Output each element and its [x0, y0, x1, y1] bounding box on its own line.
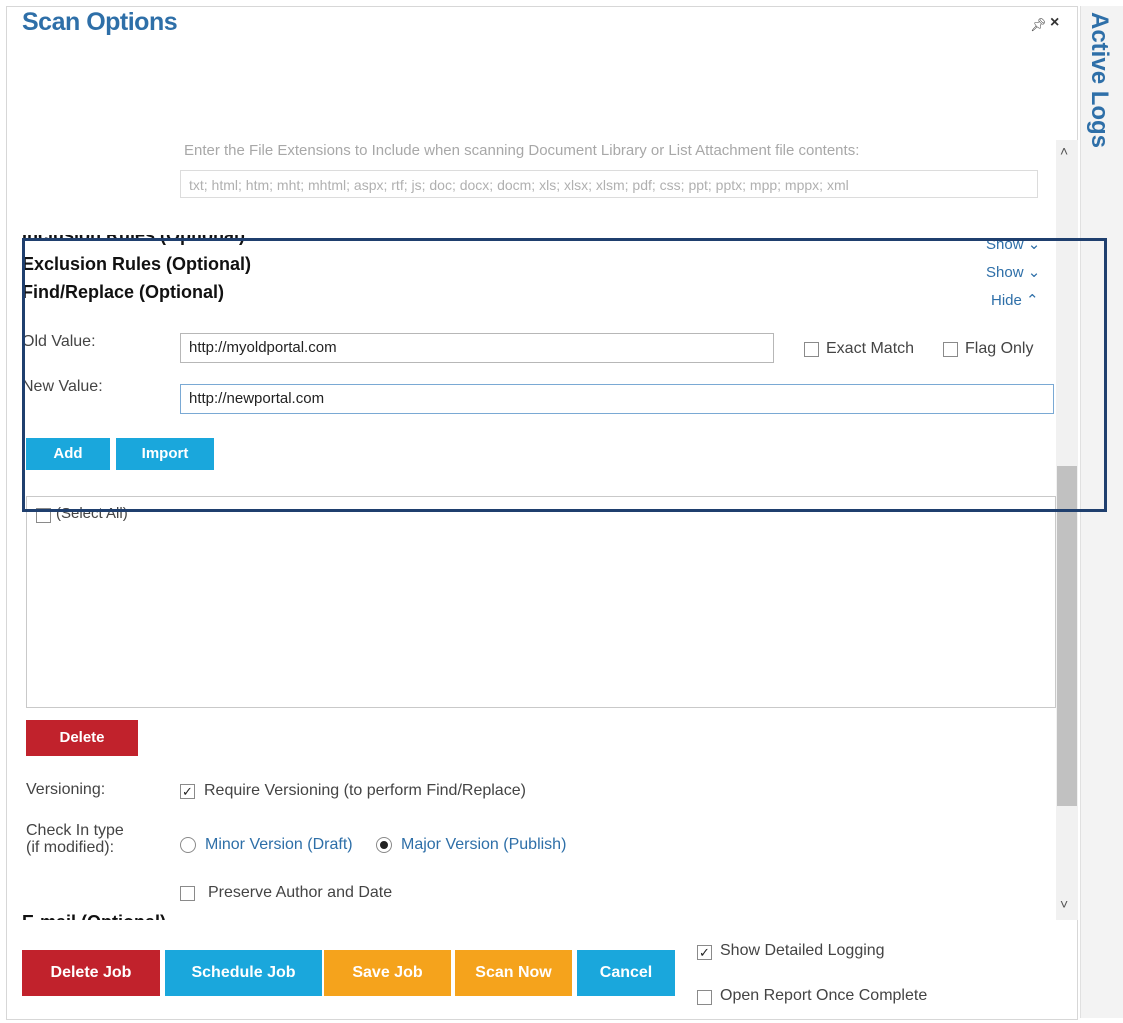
exclusion-toggle[interactable]: Show ⌄: [986, 263, 1040, 281]
add-button[interactable]: Add: [26, 438, 110, 470]
inclusion-rules-heading[interactable]: Inclusion Rules (Optional): [22, 235, 245, 246]
preserve-author-checkbox[interactable]: [180, 886, 195, 901]
old-value-input[interactable]: http://myoldportal.com: [180, 333, 774, 363]
checkin-type-label: Check In type (if modified):: [26, 822, 124, 856]
check-icon: ✓: [699, 945, 710, 960]
schedule-job-button[interactable]: Schedule Job: [165, 950, 322, 996]
delete-button[interactable]: Delete: [26, 720, 138, 756]
save-job-button[interactable]: Save Job: [324, 950, 451, 996]
flag-only-label[interactable]: Flag Only: [965, 340, 1033, 358]
open-report-checkbox[interactable]: [697, 990, 712, 1005]
new-value-input[interactable]: http://newportal.com: [180, 384, 1054, 414]
show-logging-checkbox[interactable]: ✓: [697, 945, 712, 960]
scan-now-button[interactable]: Scan Now: [455, 950, 572, 996]
check-icon: ✓: [182, 784, 193, 799]
preserve-author-label[interactable]: Preserve Author and Date: [208, 884, 392, 902]
find-replace-toggle[interactable]: Hide ⌃: [991, 291, 1039, 309]
radio-selected-dot: [380, 841, 388, 849]
major-version-radio[interactable]: [376, 837, 392, 853]
cancel-button[interactable]: Cancel: [577, 950, 675, 996]
scroll-content: Enter the File Extensions to Include whe…: [8, 140, 1056, 920]
chevron-up-icon: ⌃: [1026, 292, 1039, 309]
find-replace-heading[interactable]: Find/Replace (Optional): [22, 282, 224, 303]
select-all-checkbox[interactable]: [36, 508, 51, 523]
active-logs-label[interactable]: Active Logs: [1085, 12, 1113, 148]
minor-version-radio[interactable]: [180, 837, 196, 853]
new-value-label: New Value:: [22, 378, 103, 395]
find-replace-list[interactable]: [26, 496, 1056, 708]
scrollbar-thumb[interactable]: [1057, 466, 1077, 806]
inclusion-toggle[interactable]: Show ⌄: [986, 236, 1041, 253]
require-versioning-checkbox[interactable]: ✓: [180, 784, 195, 799]
exact-match-label[interactable]: Exact Match: [826, 340, 914, 358]
delete-job-button[interactable]: Delete Job: [22, 950, 160, 996]
active-logs-tab[interactable]: [1080, 6, 1123, 1018]
email-heading[interactable]: E-mail (Optional): [22, 910, 166, 920]
versioning-label: Versioning:: [26, 781, 106, 798]
select-all-label[interactable]: (Select All): [56, 505, 128, 522]
show-logging-label[interactable]: Show Detailed Logging: [720, 942, 885, 960]
major-version-label[interactable]: Major Version (Publish): [401, 836, 566, 854]
pin-icon[interactable]: 📌︎: [1030, 17, 1047, 33]
exact-match-checkbox[interactable]: [804, 342, 819, 357]
import-button[interactable]: Import: [116, 438, 214, 470]
chevron-down-icon: ⌄: [1027, 264, 1041, 281]
require-versioning-label[interactable]: Require Versioning (to perform Find/Repl…: [204, 782, 526, 800]
exclusion-rules-heading[interactable]: Exclusion Rules (Optional): [22, 254, 251, 275]
file-extensions-hint: Enter the File Extensions to Include whe…: [184, 142, 860, 159]
old-value-label: Old Value:: [22, 333, 96, 350]
minor-version-label[interactable]: Minor Version (Draft): [205, 836, 353, 854]
scroll-down-icon[interactable]: ˅: [1060, 896, 1068, 912]
chevron-down-icon: ⌄: [1027, 236, 1041, 253]
file-extensions-input[interactable]: txt; html; htm; mht; mhtml; aspx; rtf; j…: [180, 170, 1038, 198]
close-icon[interactable]: ×: [1050, 14, 1059, 32]
open-report-label[interactable]: Open Report Once Complete: [720, 987, 927, 1005]
flag-only-checkbox[interactable]: [943, 342, 958, 357]
panel-title: Scan Options: [22, 8, 178, 36]
scroll-up-icon[interactable]: ˄: [1060, 143, 1068, 159]
